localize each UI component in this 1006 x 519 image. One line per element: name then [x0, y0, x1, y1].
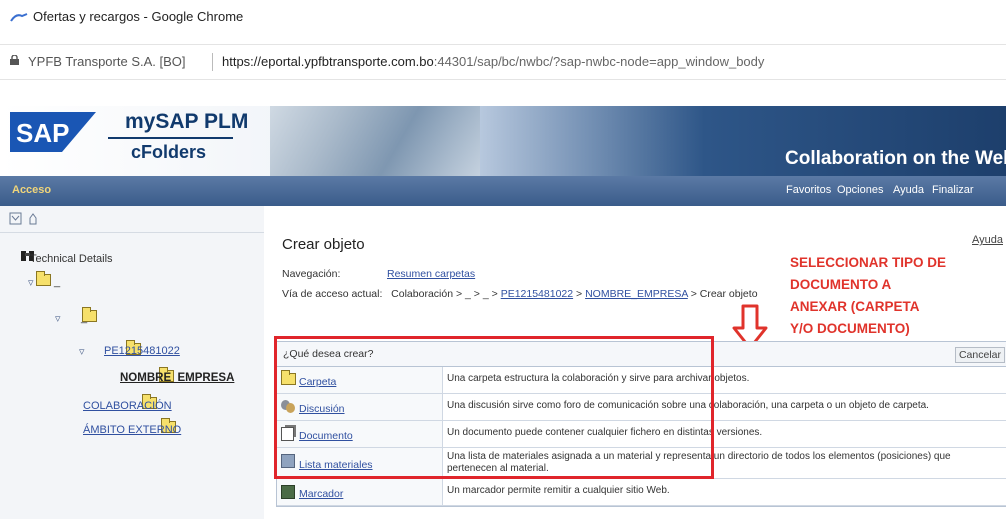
acceso-label[interactable]: Acceso: [12, 184, 51, 196]
nav-opciones[interactable]: Opciones: [837, 184, 883, 196]
expand-icon[interactable]: ▿: [28, 276, 34, 289]
lock-icon: [10, 55, 19, 65]
breadcrumb-node[interactable]: _: [465, 288, 471, 300]
help-link[interactable]: Ayuda: [972, 234, 1003, 246]
breadcrumb: Vía de acceso actual: Colaboración > _ >…: [282, 288, 758, 300]
site-identity[interactable]: YPFB Transporte S.A. [BO]: [28, 54, 186, 69]
window-title: Ofertas y recargos - Google Chrome: [33, 9, 244, 24]
annotation-line: DOCUMENTO A: [790, 277, 892, 292]
url-path: :44301/sap/bc/nwbc/?sap-nwbc-node=app_wi…: [433, 54, 765, 69]
tree-folder-pe[interactable]: PE1215481022: [104, 345, 180, 357]
nav-ayuda[interactable]: Ayuda: [893, 184, 924, 196]
navigation-label: Navegación:: [282, 268, 341, 280]
bookmark-icon: [281, 485, 295, 499]
expand-icon[interactable]: ▿: [79, 345, 85, 358]
breadcrumb-current: > Crear objeto: [690, 288, 758, 300]
nav-finalizar[interactable]: Finalizar: [932, 184, 974, 196]
breadcrumb-colaboracion[interactable]: Colaboración: [391, 288, 453, 300]
product-underline: [108, 137, 233, 139]
breadcrumb-sep: >: [491, 288, 498, 300]
header-photo: [270, 106, 480, 176]
page-title: Crear objeto: [282, 236, 365, 253]
folder-tree-panel: Technical Details ▿ _ ▿ _ ▿ PE1215481022…: [0, 206, 264, 519]
breadcrumb-empresa[interactable]: NOMBRE_EMPRESA: [585, 288, 688, 300]
annotation-line: SELECCIONAR TIPO DE: [790, 255, 947, 270]
tree-toolbar-divider: [0, 232, 264, 233]
tree-folder-ambito[interactable]: ÁMBITO EXTERNO: [83, 424, 181, 436]
browser-titlebar: Ofertas y recargos - Google Chrome: [0, 0, 1006, 38]
product-subname: cFolders: [131, 142, 207, 162]
annotation-line: Y/O DOCUMENTO): [790, 321, 910, 336]
breadcrumb-pe[interactable]: PE1215481022: [501, 288, 573, 300]
annotation-text: SELECCIONAR TIPO DE DOCUMENTO A ANEXAR (…: [790, 252, 960, 340]
folder-summary-link[interactable]: Resumen carpetas: [387, 268, 475, 280]
address-separator: [212, 53, 213, 71]
row-description: Un marcador permite remitir a cualquier …: [447, 485, 670, 496]
product-name: mySAP PLM: [125, 110, 249, 133]
chrome-window-icon: [10, 13, 28, 22]
tree-toolbar-icons[interactable]: [8, 210, 58, 230]
tree-node[interactable]: _: [81, 312, 87, 324]
url-host: https://eportal.ypfbtransporte.com.bo: [222, 54, 434, 69]
breadcrumb-sep: >: [576, 288, 583, 300]
path-label: Vía de acceso actual:: [282, 288, 383, 300]
cancel-button[interactable]: Cancelar: [954, 347, 1005, 363]
folder-icon: [36, 271, 51, 286]
address-bar[interactable]: YPFB Transporte S.A. [BO] https://eporta…: [0, 44, 1006, 80]
breadcrumb-sep: >: [473, 288, 480, 300]
annotation-highlight-box: [274, 336, 714, 479]
tree-folder-empresa[interactable]: NOMBRE_EMPRESA: [120, 372, 234, 384]
sap-header: SAP mySAP PLM cFolders Collaboration on …: [0, 106, 1006, 176]
sap-logo: SAP: [10, 112, 96, 152]
annotation-line: ANEXAR (CARPETA: [790, 299, 920, 314]
nav-favoritos[interactable]: Favoritos: [786, 184, 831, 196]
breadcrumb-node[interactable]: _: [483, 288, 489, 300]
tree-node[interactable]: _: [54, 276, 60, 288]
breadcrumb-sep: >: [455, 288, 463, 300]
create-marcador-link[interactable]: Marcador: [299, 488, 343, 500]
expand-icon[interactable]: ▿: [55, 312, 61, 325]
tree-folder-colaboracion[interactable]: COLABORACIÓN: [83, 400, 172, 412]
svg-text:SAP: SAP: [16, 118, 69, 148]
header-tagline: Collaboration on the Web: [785, 148, 1006, 169]
table-row[interactable]: Marcador Un marcador permite remitir a c…: [277, 479, 1006, 506]
top-navbar: Acceso Favoritos Opciones Ayuda Finaliza…: [0, 176, 1006, 206]
tree-root[interactable]: Technical Details: [30, 253, 113, 265]
url-text[interactable]: https://eportal.ypfbtransporte.com.bo:44…: [222, 54, 764, 69]
